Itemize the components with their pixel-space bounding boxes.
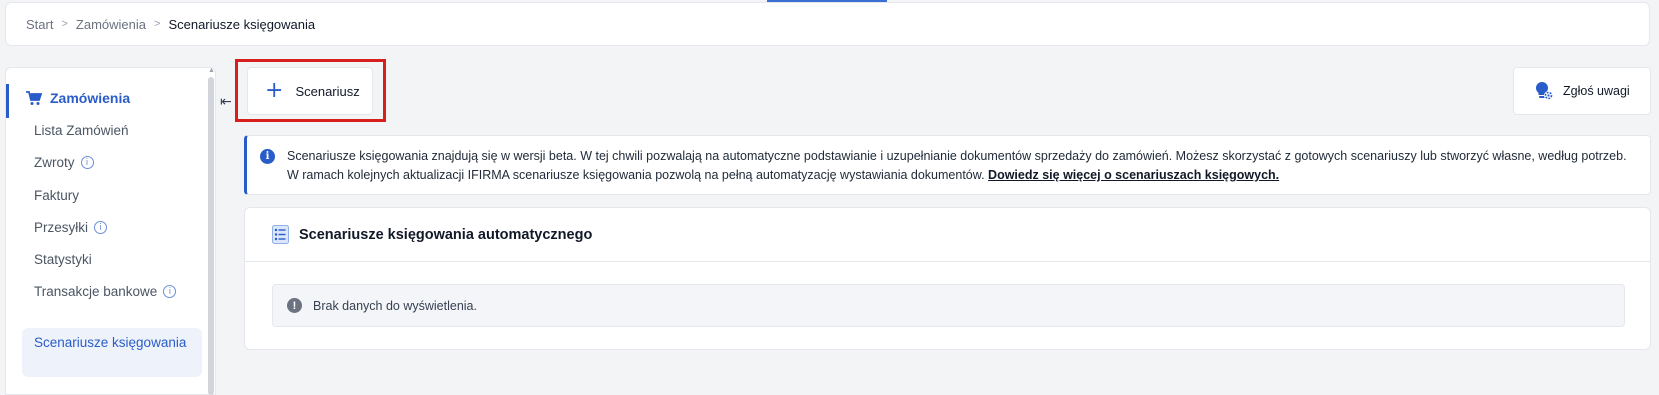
breadcrumb-start[interactable]: Start xyxy=(26,17,53,32)
sidebar-item-statistics[interactable]: Statystyki xyxy=(34,252,92,267)
sidebar-item-label: Lista Zamówień xyxy=(34,123,129,138)
add-scenario-label: Scenariusz xyxy=(295,83,360,99)
empty-state-text: Brak danych do wyświetlenia. xyxy=(313,298,477,313)
sidebar-section-label: Zamówienia xyxy=(50,90,131,106)
breadcrumb: Start > Zamówienia > Scenariusze księgow… xyxy=(5,2,1650,46)
sidebar-item-order-list[interactable]: Lista Zamówień xyxy=(34,123,129,138)
sidebar-item-accounting-scenarios[interactable]: Scenariusze księgowania xyxy=(22,328,202,377)
list-icon xyxy=(272,225,289,244)
breadcrumb-separator-icon: > xyxy=(61,18,68,30)
sidebar-item-shipments[interactable]: Przesyłki i xyxy=(34,220,108,235)
add-scenario-button[interactable]: + Scenariusz xyxy=(247,67,373,115)
sidebar-scrollbar[interactable]: ▲ xyxy=(208,67,215,395)
cart-icon xyxy=(26,90,42,105)
breadcrumb-current: Scenariusze księgowania xyxy=(168,16,316,32)
scroll-up-icon[interactable]: ▲ xyxy=(208,67,215,74)
sidebar-item-returns[interactable]: Zwroty i xyxy=(34,155,94,170)
collapse-sidebar-icon[interactable]: ⇤ xyxy=(220,94,232,110)
beta-info-banner: i Scenariusze księgowania znajdują się w… xyxy=(244,135,1651,195)
sidebar-item-label: Zwroty xyxy=(34,155,75,170)
panel-header: Scenariusze księgowania automatycznego xyxy=(245,208,1650,262)
scrollbar-thumb[interactable] xyxy=(208,77,214,395)
exclamation-icon: ! xyxy=(287,298,302,313)
sidebar-item-label: Statystyki xyxy=(34,252,92,267)
lightbulb-gear-icon xyxy=(1535,81,1553,100)
info-circle-icon: i xyxy=(260,149,275,164)
breadcrumb-separator-icon: > xyxy=(154,18,161,30)
report-feedback-label: Zgłoś uwagi xyxy=(1563,84,1630,98)
sidebar-active-indicator xyxy=(6,84,9,118)
scenarios-panel: Scenariusze księgowania automatycznego !… xyxy=(244,207,1651,350)
breadcrumb-orders[interactable]: Zamówienia xyxy=(76,17,146,32)
sidebar-item-bank-transactions[interactable]: Transakcje bankowe i xyxy=(34,284,177,299)
sidebar-item-label: Faktury xyxy=(34,188,80,203)
plus-icon: + xyxy=(265,78,284,103)
empty-state: ! Brak danych do wyświetlenia. xyxy=(272,284,1625,327)
sidebar-item-invoices[interactable]: Faktury xyxy=(34,188,79,203)
info-icon[interactable]: i xyxy=(163,285,177,298)
info-icon[interactable]: i xyxy=(80,156,94,169)
sidebar: Zamówienia Lista Zamówień Zwroty i Faktur… xyxy=(5,67,216,395)
info-icon[interactable]: i xyxy=(94,221,108,234)
panel-title: Scenariusze księgowania automatycznego xyxy=(299,226,593,243)
beta-info-text: Scenariusze księgowania znajdują się w w… xyxy=(287,149,1627,182)
learn-more-link[interactable]: Dowiedz się więcej o scenariuszach księg… xyxy=(988,168,1279,182)
report-feedback-button[interactable]: Zgłoś uwagi xyxy=(1513,67,1651,115)
sidebar-item-label: Transakcje bankowe xyxy=(34,284,158,299)
sidebar-section-orders[interactable]: Zamówienia xyxy=(26,90,130,106)
sidebar-item-label: Przesyłki xyxy=(34,220,89,235)
